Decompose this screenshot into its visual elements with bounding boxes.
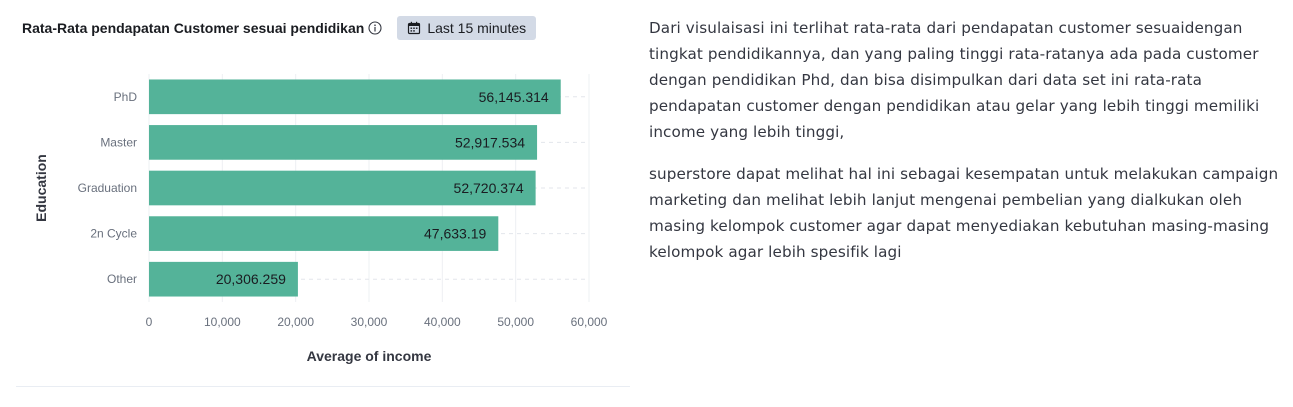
narrative-paragraph: Dari visulaisasi ini terlihat rata-rata …	[649, 19, 1260, 141]
x-tick-label: 30,000	[351, 315, 388, 329]
narrative-paragraph: superstore dapat melihat hal ini sebagai…	[649, 165, 1279, 261]
value-label: 20,306.259	[216, 271, 286, 287]
category-label: Graduation	[78, 181, 137, 195]
visualization-panel: Rata-Rata pendapatan Customer sesuai pen…	[0, 0, 632, 392]
category-label: Other	[107, 272, 137, 286]
bar-chart: PhD 56,145.314 Master 52,917.534 Graduation 5…	[33, 74, 608, 364]
markdown-narrative: Dari visulaisasi ini terlihat rata-rata …	[649, 15, 1279, 281]
x-tick-label: 10,000	[204, 315, 241, 329]
x-axis-title: Average of income	[307, 348, 432, 364]
category-label: 2n Cycle	[90, 227, 137, 241]
category-label: PhD	[114, 90, 138, 104]
x-tick-label: 50,000	[497, 315, 534, 329]
value-label: 47,633.19	[424, 226, 486, 242]
value-label: 56,145.314	[479, 89, 549, 105]
x-tick-label: 20,000	[277, 315, 314, 329]
category-label: Master	[100, 135, 137, 149]
y-axis-title: Education	[33, 154, 49, 222]
value-label: 52,720.374	[454, 180, 524, 196]
x-tick-label: 0	[146, 315, 153, 329]
x-tick-label: 40,000	[424, 315, 461, 329]
value-label: 52,917.534	[455, 134, 525, 150]
panel-divider	[16, 386, 630, 387]
x-tick-label: 60,000	[571, 315, 608, 329]
